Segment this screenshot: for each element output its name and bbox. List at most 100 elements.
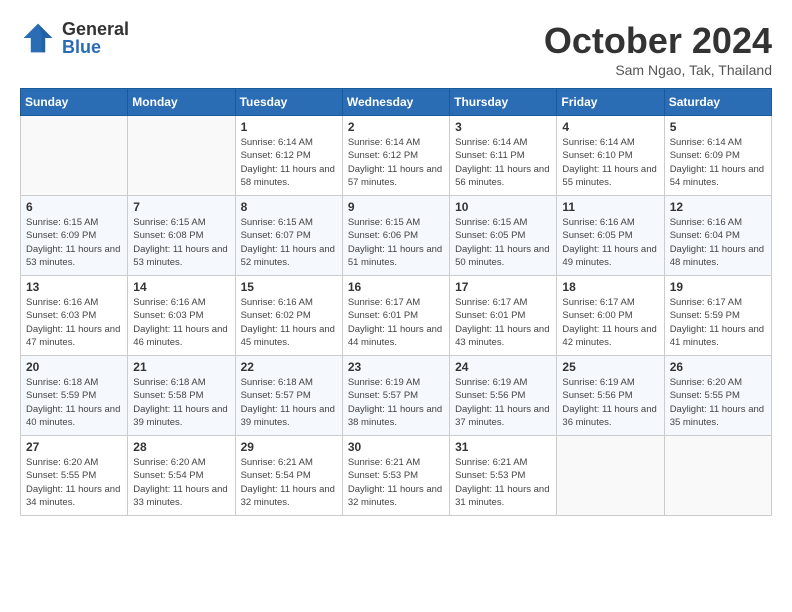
calendar-week-1: 1 Sunrise: 6:14 AM Sunset: 6:12 PM Daylig… [21,116,772,196]
day-number: 1 [241,120,337,134]
day-number: 14 [133,280,229,294]
day-info: Sunrise: 6:17 AM Sunset: 5:59 PM Dayligh… [670,296,766,349]
day-number: 26 [670,360,766,374]
day-info: Sunrise: 6:20 AM Sunset: 5:55 PM Dayligh… [670,376,766,429]
day-number: 18 [562,280,658,294]
calendar-cell: 17 Sunrise: 6:17 AM Sunset: 6:01 PM Dayli… [450,276,557,356]
day-number: 21 [133,360,229,374]
day-number: 3 [455,120,551,134]
day-number: 29 [241,440,337,454]
day-number: 2 [348,120,444,134]
calendar-cell: 18Sunrise: 6:17 AM Sunset: 6:00 PM Dayli… [557,276,664,356]
calendar-cell [21,116,128,196]
calendar-cell: 21 Sunrise: 6:18 AM Sunset: 5:58 PM Dayli… [128,356,235,436]
day-number: 27 [26,440,122,454]
day-number: 16 [348,280,444,294]
day-info: Sunrise: 6:21 AM Sunset: 5:54 PM Dayligh… [241,456,337,509]
logo-general: General [62,20,129,38]
day-number: 5 [670,120,766,134]
month-title: October 2024 [544,20,772,62]
day-info: Sunrise: 6:21 AM Sunset: 5:53 PM Dayligh… [455,456,551,509]
weekday-header-saturday: Saturday [664,89,771,116]
day-info: Sunrise: 6:18 AM Sunset: 5:58 PM Dayligh… [133,376,229,429]
day-info: Sunrise: 6:14 AM Sunset: 6:09 PM Dayligh… [670,136,766,189]
day-info: Sunrise: 6:17 AM Sunset: 6:01 PM Dayligh… [455,296,551,349]
calendar-cell: 8 Sunrise: 6:15 AM Sunset: 6:07 PM Daylig… [235,196,342,276]
weekday-header-monday: Monday [128,89,235,116]
day-info: Sunrise: 6:14 AM Sunset: 6:11 PM Dayligh… [455,136,551,189]
day-info: Sunrise: 6:15 AM Sunset: 6:09 PM Dayligh… [26,216,122,269]
calendar-cell: 3 Sunrise: 6:14 AM Sunset: 6:11 PM Daylig… [450,116,557,196]
day-number: 12 [670,200,766,214]
weekday-header-wednesday: Wednesday [342,89,449,116]
calendar-week-5: 27 Sunrise: 6:20 AM Sunset: 5:55 PM Dayli… [21,436,772,516]
day-number: 4 [562,120,658,134]
day-info: Sunrise: 6:17 AM Sunset: 6:01 PM Dayligh… [348,296,444,349]
day-number: 6 [26,200,122,214]
calendar-cell: 31 Sunrise: 6:21 AM Sunset: 5:53 PM Dayli… [450,436,557,516]
calendar-table: SundayMondayTuesdayWednesdayThursdayFrid… [20,88,772,516]
day-number: 31 [455,440,551,454]
day-info: Sunrise: 6:15 AM Sunset: 6:07 PM Dayligh… [241,216,337,269]
day-number: 19 [670,280,766,294]
calendar-cell [557,436,664,516]
day-info: Sunrise: 6:19 AM Sunset: 5:56 PM Dayligh… [562,376,658,429]
calendar-cell: 23 Sunrise: 6:19 AM Sunset: 5:57 PM Dayli… [342,356,449,436]
day-info: Sunrise: 6:19 AM Sunset: 5:56 PM Dayligh… [455,376,551,429]
calendar-cell: 12 Sunrise: 6:16 AM Sunset: 6:04 PM Dayli… [664,196,771,276]
day-info: Sunrise: 6:20 AM Sunset: 5:54 PM Dayligh… [133,456,229,509]
calendar-cell: 24 Sunrise: 6:19 AM Sunset: 5:56 PM Dayli… [450,356,557,436]
day-info: Sunrise: 6:21 AM Sunset: 5:53 PM Dayligh… [348,456,444,509]
calendar-cell: 19 Sunrise: 6:17 AM Sunset: 5:59 PM Dayli… [664,276,771,356]
day-number: 17 [455,280,551,294]
day-number: 13 [26,280,122,294]
day-number: 9 [348,200,444,214]
calendar-cell: 14 Sunrise: 6:16 AM Sunset: 6:03 PM Dayli… [128,276,235,356]
day-info: Sunrise: 6:15 AM Sunset: 6:05 PM Dayligh… [455,216,551,269]
calendar-cell: 4 Sunrise: 6:14 AM Sunset: 6:10 PM Daylig… [557,116,664,196]
weekday-header-sunday: Sunday [21,89,128,116]
day-info: Sunrise: 6:16 AM Sunset: 6:05 PM Dayligh… [562,216,658,269]
day-number: 7 [133,200,229,214]
day-info: Sunrise: 6:15 AM Sunset: 6:08 PM Dayligh… [133,216,229,269]
calendar-cell: 26 Sunrise: 6:20 AM Sunset: 5:55 PM Dayli… [664,356,771,436]
calendar-cell: 9 Sunrise: 6:15 AM Sunset: 6:06 PM Daylig… [342,196,449,276]
day-info: Sunrise: 6:14 AM Sunset: 6:12 PM Dayligh… [241,136,337,189]
day-number: 10 [455,200,551,214]
weekday-header-friday: Friday [557,89,664,116]
calendar-cell: 11 Sunrise: 6:16 AM Sunset: 6:05 PM Dayli… [557,196,664,276]
day-number: 11 [562,200,658,214]
day-number: 28 [133,440,229,454]
day-info: Sunrise: 6:16 AM Sunset: 6:02 PM Dayligh… [241,296,337,349]
day-number: 8 [241,200,337,214]
calendar-cell [128,116,235,196]
weekday-header-thursday: Thursday [450,89,557,116]
page-header: General Blue October 2024 Sam Ngao, Tak,… [20,20,772,78]
logo-text: General Blue [62,20,129,56]
title-block: October 2024 Sam Ngao, Tak, Thailand [544,20,772,78]
day-info: Sunrise: 6:18 AM Sunset: 5:57 PM Dayligh… [241,376,337,429]
day-info: Sunrise: 6:15 AM Sunset: 6:06 PM Dayligh… [348,216,444,269]
day-info: Sunrise: 6:19 AM Sunset: 5:57 PM Dayligh… [348,376,444,429]
day-info: Sunrise: 6:20 AM Sunset: 5:55 PM Dayligh… [26,456,122,509]
calendar-cell: 20 Sunrise: 6:18 AM Sunset: 5:59 PM Dayli… [21,356,128,436]
day-number: 24 [455,360,551,374]
calendar-cell: 5 Sunrise: 6:14 AM Sunset: 6:09 PM Daylig… [664,116,771,196]
calendar-week-3: 13 Sunrise: 6:16 AM Sunset: 6:03 PM Dayli… [21,276,772,356]
calendar-cell: 6 Sunrise: 6:15 AM Sunset: 6:09 PM Daylig… [21,196,128,276]
day-info: Sunrise: 6:18 AM Sunset: 5:59 PM Dayligh… [26,376,122,429]
calendar-cell: 27 Sunrise: 6:20 AM Sunset: 5:55 PM Dayli… [21,436,128,516]
weekday-header-row: SundayMondayTuesdayWednesdayThursdayFrid… [21,89,772,116]
day-number: 25 [562,360,658,374]
calendar-cell: 15Sunrise: 6:16 AM Sunset: 6:02 PM Dayli… [235,276,342,356]
calendar-cell: 2Sunrise: 6:14 AM Sunset: 6:12 PM Daylig… [342,116,449,196]
day-info: Sunrise: 6:14 AM Sunset: 6:10 PM Dayligh… [562,136,658,189]
day-number: 23 [348,360,444,374]
calendar-week-2: 6 Sunrise: 6:15 AM Sunset: 6:09 PM Daylig… [21,196,772,276]
calendar-cell: 7 Sunrise: 6:15 AM Sunset: 6:08 PM Daylig… [128,196,235,276]
day-number: 20 [26,360,122,374]
weekday-header-tuesday: Tuesday [235,89,342,116]
day-info: Sunrise: 6:16 AM Sunset: 6:03 PM Dayligh… [133,296,229,349]
calendar-cell: 28 Sunrise: 6:20 AM Sunset: 5:54 PM Dayli… [128,436,235,516]
day-info: Sunrise: 6:16 AM Sunset: 6:04 PM Dayligh… [670,216,766,269]
